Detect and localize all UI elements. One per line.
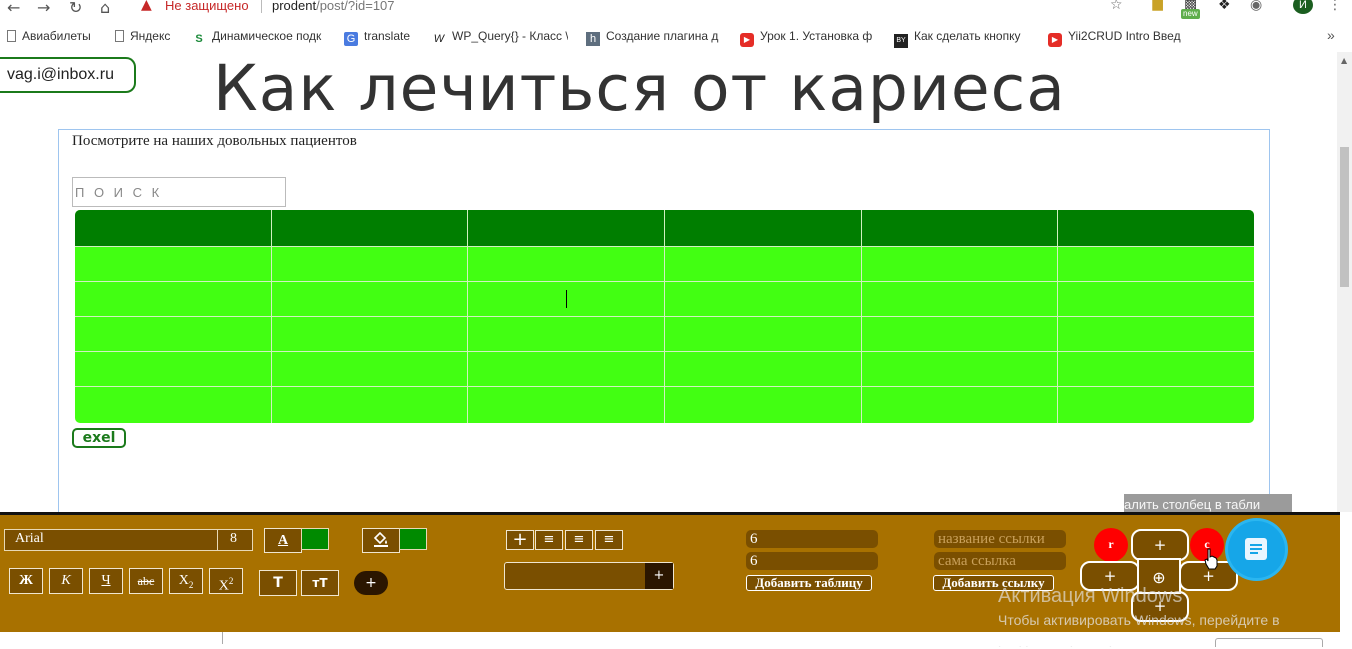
remove-row-button[interactable]: r	[1094, 528, 1128, 562]
bookmark[interactable]: S Динамическое подк	[192, 29, 329, 46]
bookmark[interactable]: h Создание плагина д	[586, 29, 722, 46]
bookmark-label: Урок 1. Установка ф	[760, 29, 873, 43]
export-excel-button[interactable]: exel	[72, 428, 126, 448]
add-table-button[interactable]: Добавить таблицу	[746, 575, 872, 591]
bookmark[interactable]: Gtranslate	[344, 29, 420, 46]
h-logo-icon: h	[586, 32, 600, 46]
page-footer	[0, 632, 1352, 647]
superscript-button[interactable]: X2	[209, 568, 243, 594]
fill-color-swatch[interactable]	[399, 528, 427, 550]
page-title: Как лечиться от кариеса	[213, 52, 1066, 125]
hand-cursor-icon	[1204, 548, 1218, 570]
bookmark-label: Динамическое подк	[212, 29, 322, 43]
wp-icon: W	[433, 33, 445, 45]
row-divider	[75, 246, 1254, 247]
email-badge[interactable]: vag.i@inbox.ru	[0, 57, 136, 93]
bookmark-label: Яндекс	[130, 29, 171, 43]
paint-bucket-icon	[373, 531, 388, 547]
star-icon[interactable]: ☆	[1110, 0, 1123, 13]
bookmark[interactable]: ▶ Yii2CRUD Intro Введ	[1048, 29, 1185, 47]
table-rows-field[interactable]: 6	[746, 530, 878, 548]
arrow-up-icon[interactable]: ▲	[1341, 56, 1347, 65]
subscript-button[interactable]: X2	[169, 568, 203, 594]
forward-icon[interactable]: →	[37, 0, 50, 17]
scrollbar[interactable]: ▲	[1337, 52, 1352, 512]
htmlbook-icon: BY	[894, 34, 908, 48]
text-caret	[566, 290, 567, 308]
bookmark[interactable]: ▶ Урок 1. Установка ф	[740, 29, 875, 47]
new-badge: new	[1181, 9, 1200, 19]
row-divider	[75, 386, 1254, 387]
avatar[interactable]: И	[1293, 0, 1313, 14]
link-url-field[interactable]: сама ссылка	[934, 552, 1066, 570]
bookmark[interactable]: Авиабилеты	[7, 29, 107, 43]
watermark-line: Чтобы активировать Windows, перейдите в	[998, 612, 1280, 628]
extension-icon[interactable]: ◉	[1250, 0, 1262, 13]
add-align-button[interactable]: +	[506, 530, 534, 550]
bookmark-label: Yii2CRUD Intro Введ	[1068, 29, 1181, 43]
editor-subtitle: Посмотрите на наших довольных пациентов	[72, 133, 357, 149]
capitalize-button[interactable]: тТ	[301, 570, 339, 596]
add-row-above-button[interactable]: +	[1131, 529, 1189, 561]
font-size-field[interactable]: 8	[217, 529, 253, 551]
url-host: prodent	[272, 0, 317, 13]
data-table[interactable]	[75, 210, 1254, 423]
scrollbar-thumb[interactable]	[1340, 147, 1349, 287]
extension-icon[interactable]: ■	[1151, 0, 1164, 13]
warning-icon[interactable]: ▲	[141, 0, 152, 13]
row-divider	[75, 351, 1254, 352]
link-name-field[interactable]: название ссылки	[934, 530, 1066, 548]
divider	[222, 632, 223, 644]
insert-plus-button[interactable]: +	[645, 563, 673, 589]
bold-button[interactable]: Ж	[9, 568, 43, 594]
bookmark-label: WP_Query{} - Класс \	[452, 29, 568, 43]
security-label[interactable]: Не защищено	[165, 0, 249, 13]
youtube-icon: ▶	[740, 33, 754, 47]
font-family-field[interactable]: Arial	[4, 529, 218, 551]
text-color-button[interactable]: A	[264, 528, 302, 553]
align-left-button[interactable]: ≡	[565, 530, 593, 550]
reload-icon[interactable]: ↻	[69, 0, 82, 17]
bookmark[interactable]: W WP_Query{} - Класс \	[432, 29, 568, 46]
text-color-icon: A	[277, 533, 289, 548]
url-path: /post/?id=107	[316, 0, 395, 13]
underline-button[interactable]: Ч	[89, 568, 123, 594]
strikethrough-button[interactable]: abc	[129, 568, 163, 594]
bookmark-label: Как сделать кнопку	[914, 29, 1021, 43]
back-icon[interactable]: ←	[7, 0, 20, 17]
bookmark-label: Авиабилеты	[22, 29, 91, 43]
bookmark-label: translate	[364, 29, 411, 43]
divider	[261, 0, 262, 13]
bookmark[interactable]: Яндекс	[115, 29, 185, 43]
align-center-button[interactable]: ≡	[535, 530, 563, 550]
italic-button[interactable]: К	[49, 568, 83, 594]
text-color-swatch[interactable]	[301, 528, 329, 550]
menu-icon[interactable]: ⋮	[1328, 0, 1342, 13]
windows-activation-title: Активация Windows	[998, 585, 1183, 607]
row-divider	[75, 281, 1254, 282]
bookmark[interactable]: BY Как сделать кнопку	[894, 29, 1026, 48]
address-bar: ← → ↻ ⌂ ▲ Не защищено prodent/post/?id=1…	[0, 0, 1352, 20]
document-icon	[1245, 538, 1267, 560]
home-icon[interactable]: ⌂	[100, 0, 110, 17]
search-input[interactable]: П О И С К	[72, 177, 286, 207]
extension-icon[interactable]: ❖	[1218, 0, 1231, 13]
url-field[interactable]: prodent/post/?id=107	[272, 0, 395, 13]
fill-color-button[interactable]	[362, 528, 400, 553]
insert-select[interactable]: +	[504, 562, 674, 590]
align-right-button[interactable]: ≡	[595, 530, 623, 550]
page-icon	[115, 30, 124, 42]
translate-icon: G	[344, 32, 358, 46]
table-cols-field[interactable]: 6	[746, 552, 878, 570]
bookmark-label: Создание плагина д	[606, 29, 719, 43]
page-icon	[7, 30, 16, 42]
chevron-right-icon[interactable]: »	[1327, 27, 1335, 43]
uppercase-button[interactable]: Т	[259, 570, 297, 596]
row-divider	[75, 316, 1254, 317]
bookmarks-bar: Авиабилеты Яндекс S Динамическое подк Gtr…	[0, 24, 1352, 50]
youtube-icon: ▶	[1048, 33, 1062, 47]
add-format-button[interactable]: +	[354, 571, 388, 595]
chat-fab-button[interactable]	[1228, 521, 1285, 578]
s-logo-icon: S	[195, 33, 203, 45]
